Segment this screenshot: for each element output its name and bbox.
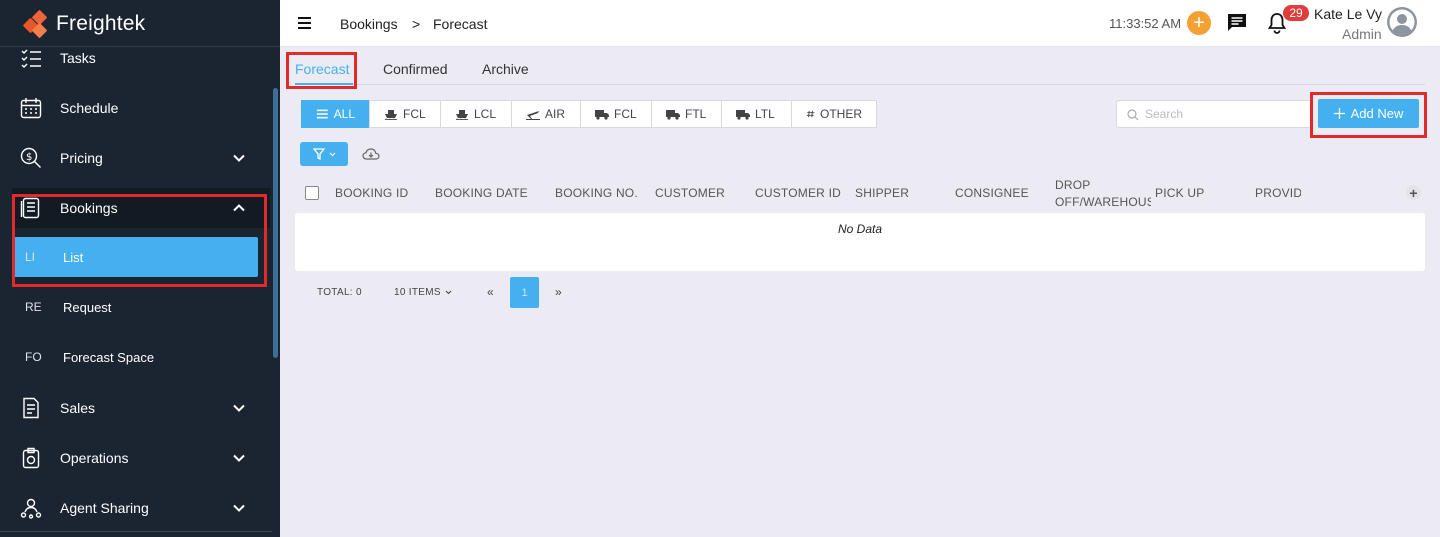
chevron-down-icon[interactable] [232, 401, 246, 415]
column-header-pick-up[interactable]: PICK UP [1155, 186, 1204, 200]
user-avatar-icon [1387, 7, 1417, 37]
column-header-consignee[interactable]: CONSIGNEE [955, 186, 1029, 200]
truck-icon [666, 110, 680, 120]
plus-icon [1333, 108, 1345, 119]
user-role: Admin [1342, 26, 1382, 42]
filter-fcl-truck-button[interactable]: FCL [580, 100, 652, 128]
divider [0, 531, 272, 532]
column-header-shipper[interactable]: SHIPPER [855, 186, 909, 200]
filter-lcl-button[interactable]: LCL [440, 100, 512, 128]
chat-icon[interactable] [1227, 13, 1247, 32]
column-header-booking-no[interactable]: BOOKING NO. [555, 186, 638, 200]
chevron-up-icon[interactable] [232, 201, 246, 215]
ship-icon [455, 110, 469, 120]
search-input[interactable] [1145, 107, 1295, 121]
ship-icon [384, 110, 398, 120]
sales-icon [20, 397, 42, 419]
tab-archive[interactable]: Archive [482, 61, 529, 77]
breadcrumb-bookings[interactable]: Bookings [340, 16, 398, 32]
sidebar-subitem-forecast-space[interactable]: FO Forecast Space [14, 337, 258, 377]
filter-other-button[interactable]: OTHER [791, 100, 877, 128]
filter-fcl-ship-button[interactable]: FCL [369, 100, 441, 128]
sidebar-item-operations[interactable]: Operations [0, 436, 270, 480]
filter-air-button[interactable]: AIR [511, 100, 581, 128]
app-logo[interactable]: Freightek [22, 9, 146, 39]
column-header-customer[interactable]: CUSTOMER [655, 186, 725, 200]
truck-icon [595, 110, 609, 120]
breadcrumb-forecast: Forecast [433, 16, 488, 32]
freightek-logo-icon [22, 9, 48, 39]
list-icon [316, 109, 328, 119]
filter-all-button[interactable]: ALL [301, 100, 370, 128]
avatar[interactable] [1387, 7, 1417, 37]
empty-state-text: No Data [837, 222, 883, 236]
sidebar: Freightek Tasks Schedule $ Pricing Booki… [0, 0, 280, 537]
app-name: Freightek [56, 12, 146, 35]
sidebar-item-agent-sharing[interactable]: Agent Sharing [0, 486, 270, 530]
column-header-drop-off-warehouse[interactable]: DROP OFF/WAREHOUS [1055, 177, 1151, 211]
calendar-icon [20, 97, 42, 119]
pagination-prev[interactable]: « [487, 285, 494, 299]
column-header-booking-date[interactable]: BOOKING DATE [435, 186, 528, 200]
funnel-icon [312, 148, 325, 160]
breadcrumb-separator: > [412, 16, 421, 32]
pagination-total: TOTAL: 0 [317, 287, 362, 298]
clock-text: 11:33:52 AM [1109, 16, 1182, 31]
chevron-down-icon[interactable] [232, 151, 246, 165]
tab-confirmed[interactable]: Confirmed [383, 61, 448, 77]
chevron-down-icon [329, 152, 335, 156]
page-size-select[interactable]: 10 ITEMS [394, 287, 452, 298]
filter-dropdown-button[interactable] [300, 142, 348, 166]
sidebar-subitem-list[interactable]: LI List [14, 237, 258, 277]
user-name[interactable]: Kate Le Vy [1314, 6, 1382, 22]
sidebar-item-schedule[interactable]: Schedule [0, 86, 270, 130]
search-box [1116, 100, 1312, 128]
tab-forecast[interactable]: Forecast [295, 61, 349, 77]
search-icon [1127, 109, 1139, 121]
truck-icon [736, 110, 750, 120]
chevron-down-icon[interactable] [232, 451, 246, 465]
column-header-booking-id[interactable]: BOOKING ID [335, 186, 408, 200]
transport-mode-filter: ALL FCL LCL AIR FCL FTL LTL OTHER [301, 100, 877, 128]
pricing-icon: $ [20, 147, 42, 169]
add-column-icon[interactable]: + [1406, 185, 1421, 201]
chevron-down-icon [445, 290, 452, 295]
sidebar-scrollbar[interactable] [273, 88, 278, 358]
filter-ltl-button[interactable]: LTL [721, 100, 792, 128]
tab-bar-line [295, 84, 1425, 85]
agent-sharing-icon [20, 497, 42, 519]
column-header-provider[interactable]: PROVIDE [1255, 186, 1301, 200]
active-tab-indicator [295, 83, 353, 85]
sidebar-subitem-request[interactable]: RE Request [14, 287, 258, 327]
filter-ftl-button[interactable]: FTL [651, 100, 722, 128]
bookings-icon [20, 197, 42, 219]
top-header: Bookings > Forecast 11:33:52 AM + 29 Kat… [280, 0, 1440, 47]
pagination-next[interactable]: » [555, 285, 562, 299]
quick-add-icon[interactable]: + [1187, 11, 1211, 35]
pagination-page-current[interactable]: 1 [510, 277, 539, 308]
svg-text:$: $ [26, 152, 32, 163]
cloud-download-icon[interactable] [362, 147, 380, 161]
tasks-icon [20, 47, 42, 69]
menu-icon[interactable] [298, 17, 311, 29]
sidebar-item-sales[interactable]: Sales [0, 386, 270, 430]
sidebar-item-tasks[interactable]: Tasks [0, 36, 270, 80]
sidebar-item-pricing[interactable]: $ Pricing [0, 136, 270, 180]
notification-count-badge: 29 [1283, 5, 1309, 21]
operations-icon [20, 447, 42, 469]
table-body: No Data [295, 213, 1425, 271]
column-header-customer-id[interactable]: CUSTOMER ID [755, 186, 841, 200]
add-new-button[interactable]: Add New [1318, 99, 1419, 128]
select-all-checkbox[interactable] [305, 186, 319, 200]
sidebar-item-bookings[interactable]: Bookings [0, 186, 270, 230]
hash-icon [806, 110, 815, 118]
chevron-down-icon[interactable] [232, 501, 246, 515]
airplane-icon [526, 111, 540, 120]
